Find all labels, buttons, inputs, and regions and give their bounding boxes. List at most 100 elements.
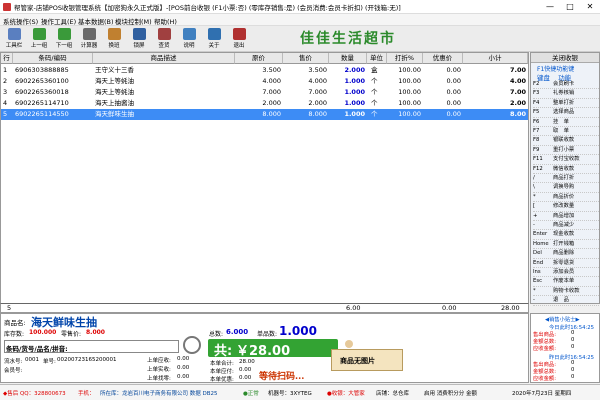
cell-orig: 2.000 — [262, 99, 281, 107]
function-key-code: + — [533, 212, 538, 219]
table-row[interactable]: 1 6906303888885 王守义十三香 3.500 3.500 2.000 盒 100.… — [1, 65, 528, 76]
close-cashier-button[interactable]: 关闭收银 — [531, 53, 599, 63]
function-key-code: F5 — [533, 109, 540, 116]
function-key-item[interactable]: Ins 添加会员 — [533, 268, 599, 278]
menu-system[interactable]: 系统操作(S) — [3, 16, 38, 26]
function-key-item[interactable]: F5 选择商品 — [533, 108, 599, 118]
function-key-item[interactable]: F9 重打小票 — [533, 146, 599, 156]
function-key-code: Home — [533, 240, 549, 247]
function-key-item[interactable]: + 商品增加 — [533, 212, 599, 221]
toolbar-button-help[interactable]: 说明 — [177, 27, 201, 51]
function-key-item[interactable]: * 购物卡收款 — [533, 287, 599, 297]
function-key-item[interactable]: [修改数量 — [533, 202, 599, 212]
function-key-item[interactable]: F3 礼券核销 — [533, 89, 599, 99]
function-key-item[interactable]: \ 调换导购 — [533, 183, 599, 193]
menu-help[interactable]: 帮助(H) — [154, 16, 177, 26]
menu-tools[interactable]: 操作工具(E) — [41, 16, 76, 26]
cell-desc: 王守义十三香 — [95, 66, 134, 74]
cell-disc: 100.00 — [398, 110, 421, 118]
toolbar-button-lock[interactable]: 锁屏 — [127, 27, 151, 51]
toolbar-button-shift[interactable]: 换班 — [102, 27, 126, 51]
help-icon — [182, 28, 196, 40]
function-key-code: F6 — [533, 118, 540, 125]
function-key-item[interactable]: End 拆零退货 — [533, 259, 599, 268]
table-row[interactable]: 4 6902265114710 海天上抽酱油 2.000 2.000 1.000 个 100.… — [1, 98, 528, 109]
function-key-item[interactable]: Esc 作废本单 — [533, 277, 599, 287]
member-label: 会员号: — [4, 368, 23, 374]
cell-desc: 海天上等蚝油 — [95, 77, 134, 85]
figure-head-icon — [345, 340, 353, 348]
cell-subtotal: 7.00 — [509, 66, 526, 74]
minimize-button[interactable]: — — [540, 1, 560, 13]
footer-promo-total: 0.00 — [442, 304, 457, 312]
toolbar-button-exit[interactable]: 退出 — [227, 27, 251, 51]
toolbar-button-toolbar[interactable]: 工具栏 — [2, 27, 26, 51]
table-row[interactable]: 5 6902265114550 海天鲜味生抽 8.000 8.000 1.000 个 100.… — [1, 109, 528, 120]
function-key-item[interactable]: F4 整单打折 — [533, 99, 599, 109]
function-key-item[interactable]: / 商品打折 — [533, 174, 599, 184]
function-key-item[interactable]: Home 打开钱箱 — [533, 240, 599, 250]
col-header-unit: 单位 — [367, 53, 387, 64]
function-key-item[interactable]: F6 挂 单 — [533, 118, 599, 127]
barcode-entry-label: 条码/货号/品名/拼音: — [6, 345, 68, 353]
grid-footer: 5 6.00 0.00 28.00 — [0, 303, 529, 313]
menu-module-control[interactable]: 模块控制(M) — [115, 16, 152, 26]
function-key-item[interactable]: F11 支付宝收款 — [533, 155, 599, 165]
serial-label: 流水号: — [4, 359, 23, 365]
function-key-item[interactable]: Del 商品删除 — [533, 249, 599, 259]
cell-promo: 0.00 — [446, 77, 461, 85]
function-key-item[interactable]: - 商品减少 — [533, 221, 599, 231]
magnifier-icon[interactable] — [183, 336, 201, 354]
yest-recv: 0 — [571, 374, 575, 380]
serial-value: 0001 — [25, 357, 39, 363]
function-key-item[interactable]: F8 银联收款 — [533, 136, 599, 146]
function-key-item[interactable]: F2 会员刷卡 — [533, 80, 599, 90]
status-date: 2020年7月23日 星期四 — [512, 391, 572, 397]
function-key-item[interactable]: F12 微信收款 — [533, 165, 599, 174]
cur-promo-label: 本单优惠: — [210, 377, 234, 383]
function-key-code: / — [533, 175, 535, 181]
function-key-code: Esc — [533, 278, 543, 285]
function-key-code: [ — [533, 203, 536, 210]
col-header-desc: 商品描述 — [93, 53, 235, 64]
function-key-item[interactable]: -退 品 — [533, 296, 599, 306]
toolbar-button-calculator[interactable]: 计算器 — [77, 27, 101, 51]
function-key-item[interactable]: F7 取 单 — [533, 127, 599, 137]
function-key-label: 整单打折 — [553, 99, 575, 106]
maximize-button[interactable]: □ — [560, 1, 580, 13]
prev-recv: 0.00 — [177, 356, 190, 362]
close-button[interactable]: ✕ — [580, 1, 600, 13]
function-key-code: * — [533, 193, 536, 200]
app-icon — [3, 3, 11, 11]
toolbar-button-check-goods[interactable]: 查货 — [152, 27, 176, 51]
toolbar-button-next-group[interactable]: 下一组 — [52, 27, 76, 51]
status-shop: 店铺：总仓库 — [376, 391, 410, 397]
cell-disc: 100.00 — [398, 88, 421, 96]
cell-unit: 个 — [371, 88, 378, 96]
sales-grid[interactable]: 行 条码/编码 商品描述 原价 售价 数量 单位 打折% 优惠价 小计 1 690… — [0, 52, 529, 304]
cell-promo: 0.00 — [446, 66, 461, 74]
status-machine: 机器号：3XYTEG — [268, 391, 312, 397]
table-row[interactable]: 3 6902265360018 海天上等蚝油 7.000 7.000 1.000 个 100.… — [1, 87, 528, 98]
function-key-label: 现金收款 — [553, 231, 575, 238]
function-key-item[interactable]: * 商品折价 — [533, 193, 599, 203]
arrow-down-icon — [57, 28, 71, 40]
prev-paid-label: 上单实收: — [147, 367, 171, 373]
lock-icon — [132, 28, 146, 40]
barcode-entry-input[interactable]: 条码/货号/品名/拼音: — [4, 340, 179, 353]
toolbar-button-about[interactable]: 关于 — [202, 27, 226, 51]
search-goods-icon — [157, 28, 171, 40]
function-key-item[interactable]: Enter 现金收款 — [533, 230, 599, 240]
cell-code: 6902265114550 — [15, 110, 69, 118]
menu-basic-data[interactable]: 基本数据(B) — [78, 16, 114, 26]
today-recv-label: 应收金额: — [533, 346, 556, 352]
table-row[interactable]: 2 6902265360100 海天上等蚝油 4.000 4.000 1.000 个 100.… — [1, 76, 528, 87]
total-prefix: 共: — [214, 344, 233, 359]
stock-label: 库存数: — [4, 331, 25, 338]
function-key-code: F3 — [533, 90, 540, 97]
toolbar-button-prev-group[interactable]: 上一组 — [27, 27, 51, 51]
cell-code: 6902265114710 — [15, 99, 69, 107]
cell-price: 7.000 — [308, 88, 327, 96]
function-key-label: 调换导购 — [553, 184, 575, 191]
function-key-code: - — [533, 222, 535, 228]
